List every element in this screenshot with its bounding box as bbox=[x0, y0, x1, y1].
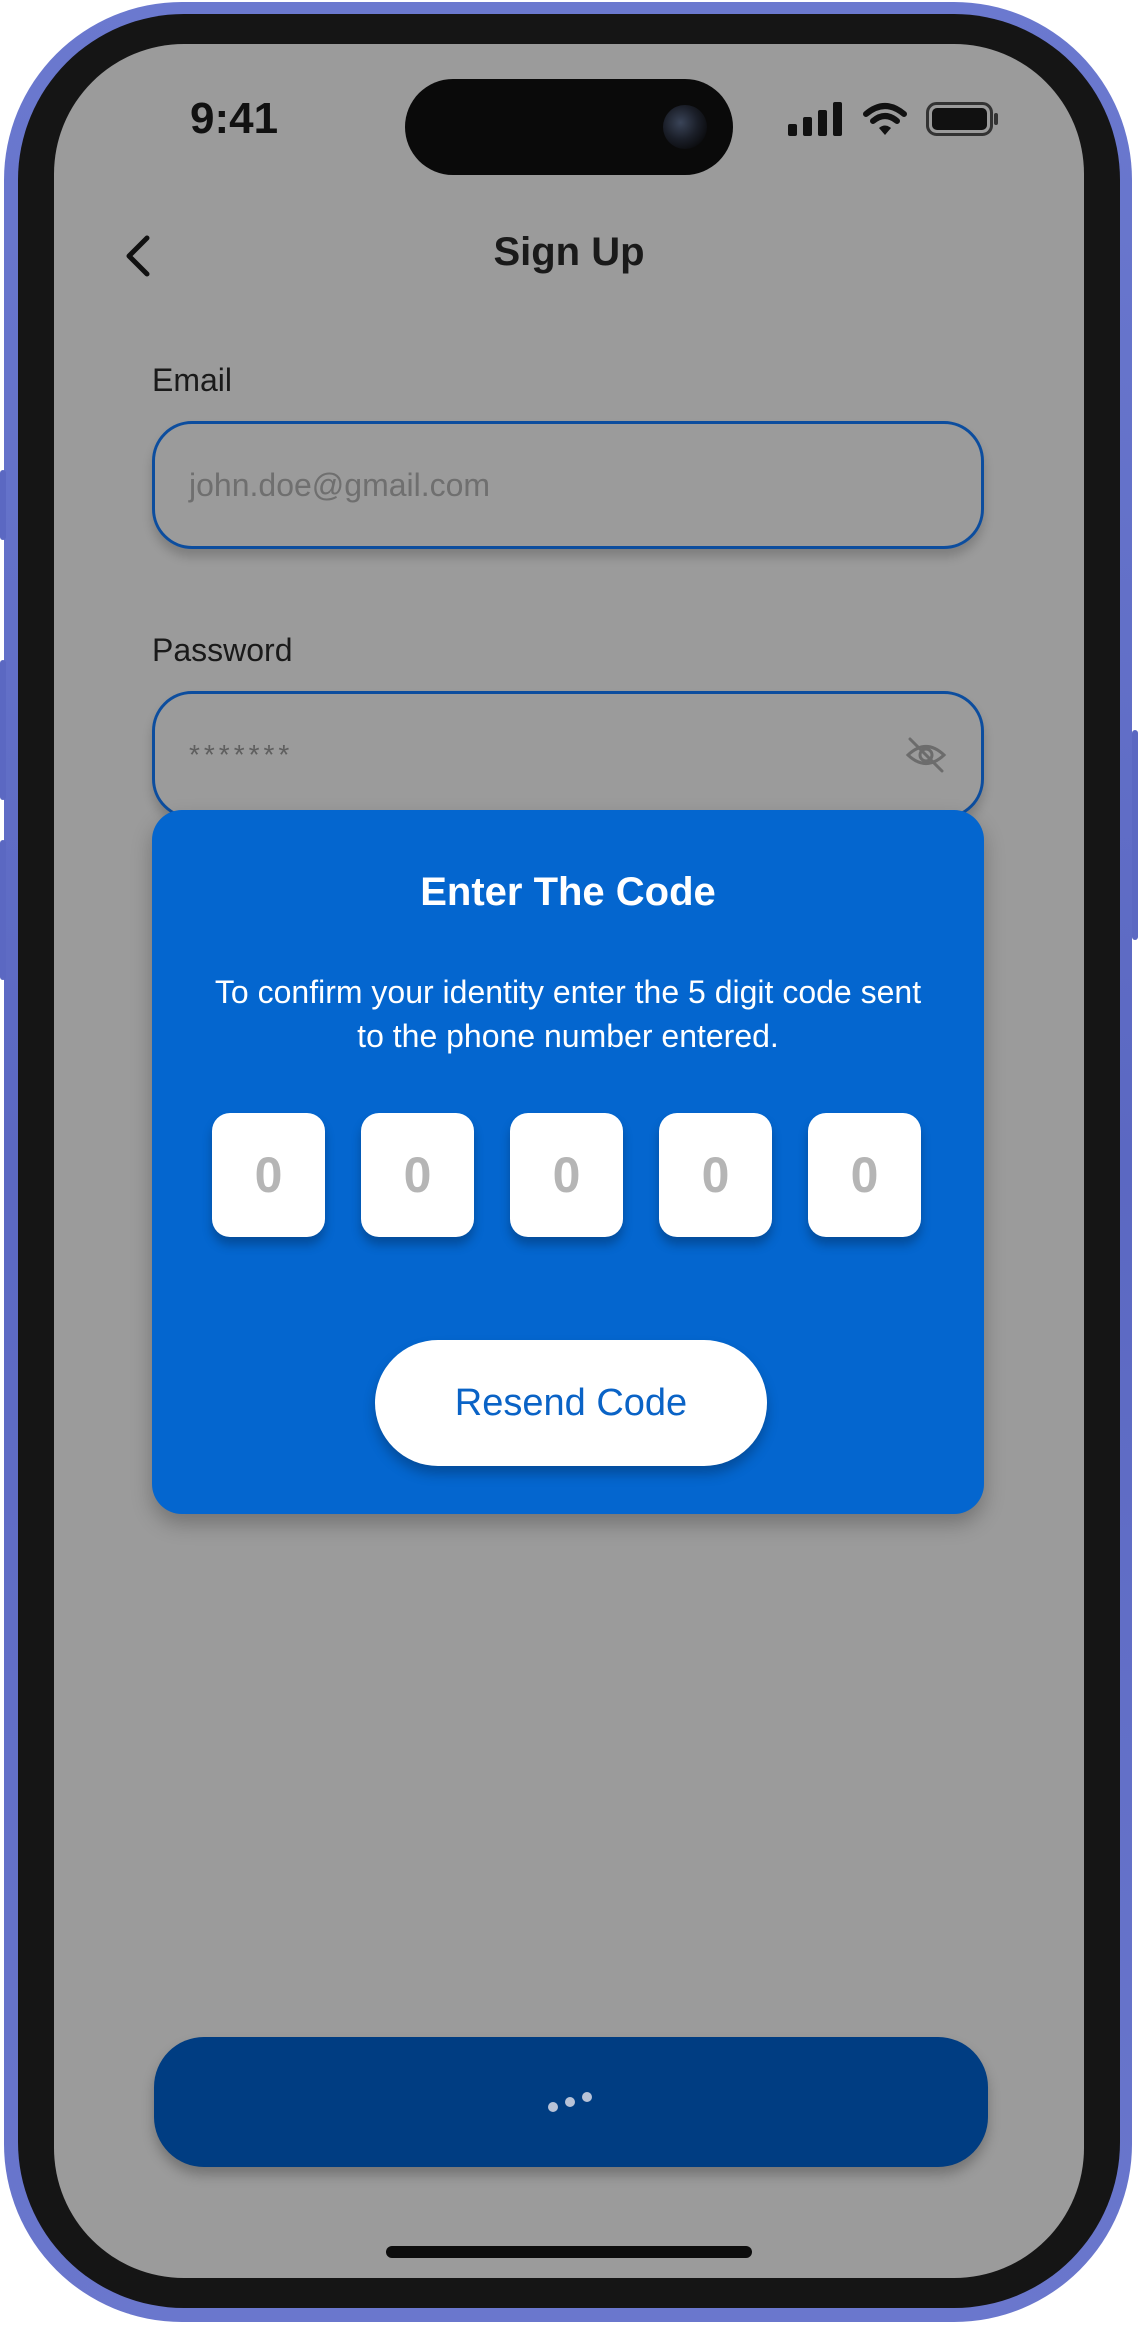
email-label: Email bbox=[152, 362, 233, 398]
code-digit-3[interactable]: 0 bbox=[510, 1113, 623, 1237]
cellular-signal-icon bbox=[788, 102, 842, 136]
device-side-button bbox=[0, 840, 6, 980]
password-value: ******* bbox=[189, 739, 294, 770]
verification-code-modal: Enter The Code To confirm your identity … bbox=[152, 810, 984, 1514]
wifi-icon bbox=[863, 103, 907, 135]
code-input-row: 0 0 0 0 0 bbox=[212, 1113, 921, 1237]
password-field[interactable]: ******* bbox=[152, 691, 984, 819]
status-time: 9:41 bbox=[190, 94, 279, 143]
modal-title: Enter The Code bbox=[420, 870, 716, 914]
code-digit-4[interactable]: 0 bbox=[659, 1113, 772, 1237]
dynamic-island bbox=[405, 79, 733, 175]
device-side-button bbox=[1132, 730, 1138, 940]
resend-code-button[interactable]: Resend Code bbox=[375, 1340, 767, 1466]
eye-off-icon bbox=[905, 737, 947, 773]
home-indicator[interactable] bbox=[386, 2246, 752, 2258]
status-icons bbox=[788, 102, 1000, 136]
device-side-button bbox=[0, 470, 6, 540]
submit-button[interactable] bbox=[154, 2037, 988, 2167]
loading-dots-icon bbox=[548, 2092, 592, 2112]
code-digit-5[interactable]: 0 bbox=[808, 1113, 921, 1237]
page-title: Sign Up bbox=[493, 230, 645, 274]
modal-description: To confirm your identity enter the 5 dig… bbox=[214, 974, 922, 1054]
password-label: Password bbox=[152, 632, 293, 668]
device-side-button bbox=[0, 660, 6, 800]
password-visibility-toggle[interactable] bbox=[905, 736, 947, 782]
phone-screen: 9:41 Sign Up Email john.doe@gmail.com Pa… bbox=[54, 44, 1084, 2278]
email-placeholder: john.doe@gmail.com bbox=[189, 466, 491, 503]
code-digit-1[interactable]: 0 bbox=[212, 1113, 325, 1237]
code-digit-2[interactable]: 0 bbox=[361, 1113, 474, 1237]
email-field[interactable]: john.doe@gmail.com bbox=[152, 421, 984, 549]
battery-icon bbox=[926, 102, 998, 136]
camera-icon bbox=[663, 105, 707, 149]
